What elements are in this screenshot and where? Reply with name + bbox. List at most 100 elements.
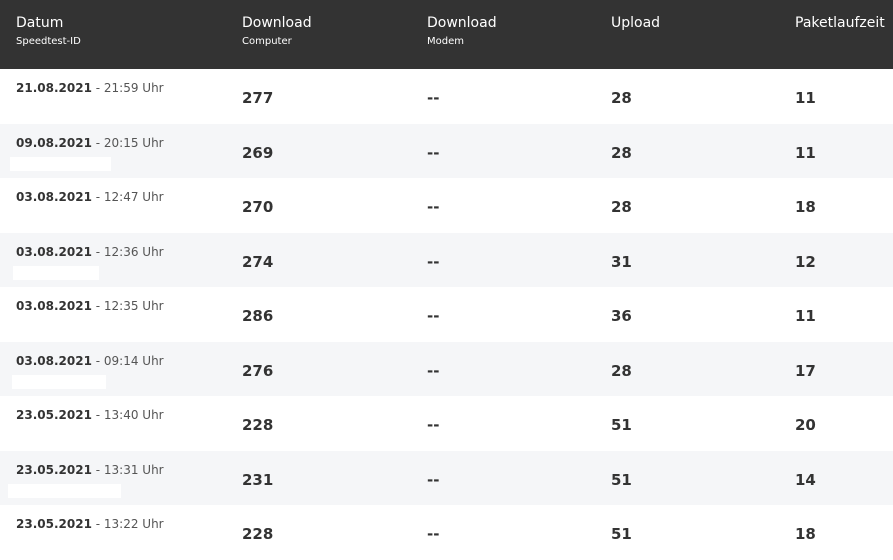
speedtest-id-redacted [13, 265, 99, 280]
download-computer-value: 228 [242, 525, 274, 543]
upload-value: 28 [611, 89, 632, 107]
date-time-separator: - [91, 299, 104, 313]
latency-value: 12 [795, 252, 816, 271]
download-modem-value: -- [427, 361, 440, 380]
speedtest-results-table: Datum Speedtest-ID Download Computer Dow… [0, 0, 893, 560]
column-header-label: Paketlaufzeit [795, 15, 885, 31]
upload-value: 31 [611, 252, 632, 271]
latency-value: 14 [795, 470, 816, 489]
date-time-separator: - [91, 517, 104, 531]
test-date: 03.08.2021 [16, 299, 92, 313]
date-time-separator: - [91, 244, 104, 259]
test-date: 03.08.2021 [16, 190, 92, 204]
download-computer-value: 270 [242, 198, 274, 216]
column-header-label: Download [242, 15, 312, 31]
column-header-sublabel: Modem [427, 36, 464, 47]
date-cell: 03.08.2021 - 12:35 Uhr [16, 299, 164, 313]
download-modem-value: -- [427, 143, 440, 162]
table-body: 21.08.2021 - 21:59 Uhr 277 -- 28 11 09.0… [0, 69, 893, 560]
column-header-sublabel: Computer [242, 36, 292, 47]
latency-value: 20 [795, 416, 816, 434]
table-row[interactable]: 23.05.2021 - 13:40 Uhr 228 -- 51 20 [0, 396, 893, 451]
date-time-separator: - [91, 408, 104, 422]
table-row[interactable]: 21.08.2021 - 21:59 Uhr 277 -- 28 11 [0, 69, 893, 124]
column-header-sublabel: Speedtest-ID [16, 36, 81, 47]
test-time: 12:35 Uhr [103, 299, 164, 313]
column-header-label: Datum [16, 15, 64, 31]
test-date: 23.05.2021 [16, 408, 92, 422]
download-modem-value: -- [427, 307, 440, 325]
download-modem-value: -- [427, 416, 440, 434]
download-computer-value: 274 [242, 252, 274, 271]
latency-value: 11 [795, 143, 816, 162]
date-cell: 03.08.2021 - 09:14 Uhr [16, 354, 164, 368]
date-time-separator: - [91, 135, 104, 150]
table-row[interactable]: 09.08.2021 - 20:15 Uhr 269 -- 28 11 [0, 123, 893, 178]
test-date: 23.05.2021 [16, 517, 92, 531]
date-cell: 03.08.2021 - 12:36 Uhr [16, 245, 164, 259]
test-time: 13:22 Uhr [103, 517, 164, 531]
upload-value: 28 [611, 361, 632, 380]
download-computer-value: 269 [242, 143, 274, 162]
latency-value: 11 [795, 307, 816, 325]
date-cell: 09.08.2021 - 20:15 Uhr [16, 136, 164, 150]
column-header-label: Upload [611, 15, 661, 31]
download-modem-value: -- [427, 89, 440, 107]
table-row[interactable]: 23.05.2021 - 13:22 Uhr 228 -- 51 18 [0, 505, 893, 560]
date-cell: 21.08.2021 - 21:59 Uhr [16, 81, 164, 95]
upload-value: 51 [611, 416, 632, 434]
download-modem-value: -- [427, 198, 440, 216]
table-row[interactable]: 23.05.2021 - 13:31 Uhr 231 -- 51 14 [0, 450, 893, 505]
date-time-separator: - [91, 462, 104, 477]
date-cell: 23.05.2021 - 13:40 Uhr [16, 408, 164, 422]
download-computer-value: 286 [242, 307, 274, 325]
speedtest-id-redacted [12, 374, 106, 389]
table-row[interactable]: 03.08.2021 - 12:35 Uhr 286 -- 36 11 [0, 287, 893, 342]
latency-value: 18 [795, 525, 816, 543]
column-header-label: Download [427, 15, 497, 31]
table-row[interactable]: 03.08.2021 - 09:14 Uhr 276 -- 28 17 [0, 341, 893, 396]
download-modem-value: -- [427, 525, 440, 543]
upload-value: 36 [611, 307, 632, 325]
test-time: 12:36 Uhr [103, 244, 164, 259]
download-computer-value: 228 [242, 416, 274, 434]
test-time: 21:59 Uhr [103, 81, 164, 95]
date-time-separator: - [91, 81, 104, 95]
test-date: 03.08.2021 [16, 353, 92, 368]
date-cell: 23.05.2021 - 13:31 Uhr [16, 463, 164, 477]
table-header: Datum Speedtest-ID Download Computer Dow… [0, 0, 893, 69]
test-time: 13:31 Uhr [103, 462, 164, 477]
column-header-download-computer: Download Computer [242, 14, 312, 49]
upload-value: 28 [611, 143, 632, 162]
test-date: 21.08.2021 [16, 81, 92, 95]
test-time: 09:14 Uhr [103, 353, 164, 368]
test-time: 20:15 Uhr [103, 135, 164, 150]
download-computer-value: 277 [242, 89, 274, 107]
column-header-datum: Datum Speedtest-ID [16, 14, 81, 49]
date-time-separator: - [91, 190, 104, 204]
download-modem-value: -- [427, 470, 440, 489]
upload-value: 51 [611, 470, 632, 489]
column-header-upload: Upload [611, 14, 660, 32]
download-modem-value: -- [427, 252, 440, 271]
upload-value: 51 [611, 525, 632, 543]
table-row[interactable]: 03.08.2021 - 12:36 Uhr 274 -- 31 12 [0, 232, 893, 287]
test-date: 03.08.2021 [16, 244, 92, 259]
download-computer-value: 276 [242, 361, 274, 380]
speedtest-id-redacted [8, 483, 121, 498]
column-header-paketlaufzeit: Paketlaufzeit [795, 14, 885, 32]
date-cell: 03.08.2021 - 12:47 Uhr [16, 190, 164, 204]
column-header-download-modem: Download Modem [427, 14, 497, 49]
date-cell: 23.05.2021 - 13:22 Uhr [16, 517, 164, 531]
speedtest-id-redacted [10, 156, 111, 171]
test-time: 12:47 Uhr [103, 190, 164, 204]
latency-value: 11 [795, 89, 816, 107]
table-row[interactable]: 03.08.2021 - 12:47 Uhr 270 -- 28 18 [0, 178, 893, 233]
date-time-separator: - [91, 353, 104, 368]
download-computer-value: 231 [242, 470, 274, 489]
latency-value: 17 [795, 361, 816, 380]
upload-value: 28 [611, 198, 632, 216]
test-time: 13:40 Uhr [103, 408, 164, 422]
test-date: 09.08.2021 [16, 135, 92, 150]
latency-value: 18 [795, 198, 816, 216]
